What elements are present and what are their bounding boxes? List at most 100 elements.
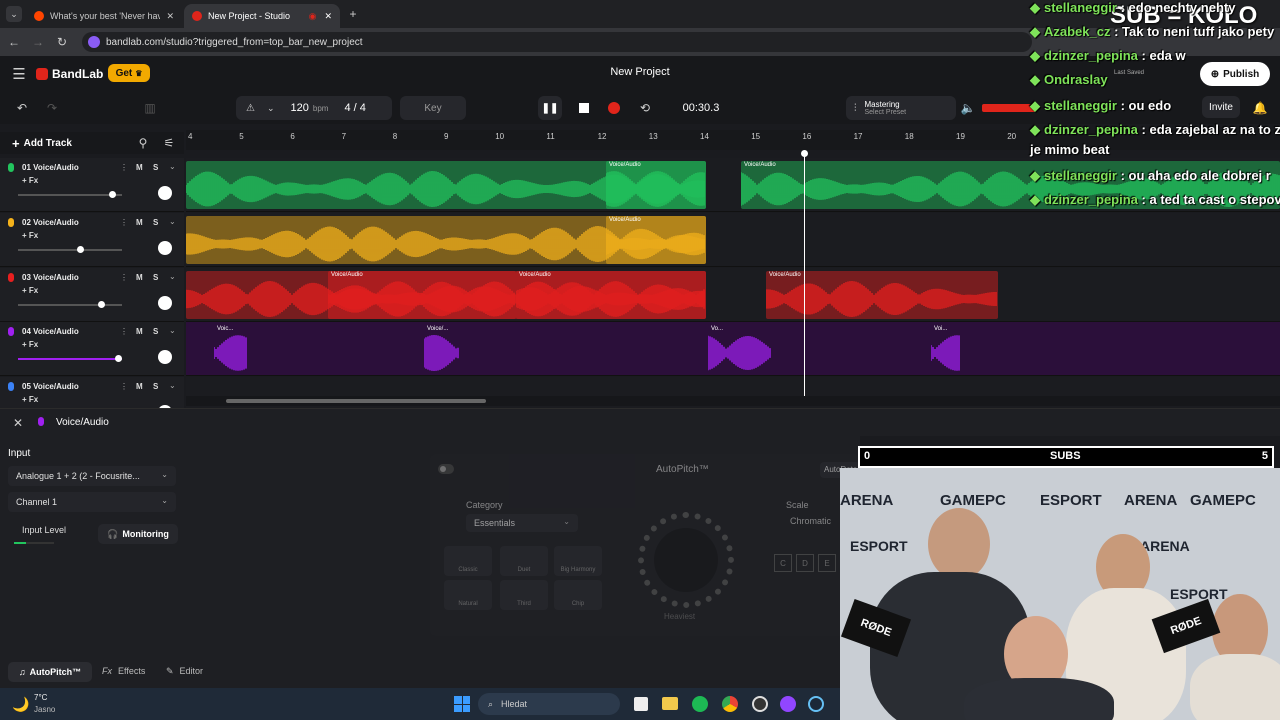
mode-duet[interactable]: Duet bbox=[500, 546, 548, 576]
timeline-scrollbar-thumb[interactable] bbox=[226, 399, 486, 403]
close-icon[interactable]: ✕ bbox=[166, 11, 174, 22]
publish-button[interactable]: ⊕ Publish bbox=[1200, 62, 1270, 86]
audio-clip[interactable]: Vo... bbox=[708, 325, 772, 373]
solo-button[interactable]: S bbox=[153, 327, 158, 336]
mute-button[interactable]: M bbox=[136, 382, 143, 391]
bell-icon[interactable]: 🔔 bbox=[1252, 100, 1268, 116]
track-lane[interactable]: Voice/Audio Voice/Audio Voice/Audio bbox=[186, 268, 1280, 322]
chrome-icon[interactable] bbox=[722, 696, 738, 712]
scale-value[interactable]: Chromatic bbox=[790, 516, 831, 526]
mode-chip[interactable]: Chip bbox=[554, 580, 602, 610]
key-button[interactable]: Key bbox=[400, 96, 466, 120]
category-select[interactable]: Essentials ⌄ bbox=[466, 514, 578, 532]
track-header[interactable]: 01 Voice/Audio + Fx ⋮ M S ⌄ bbox=[0, 158, 184, 212]
track-lane[interactable]: Voic... Voice/... Vo... Voi... bbox=[186, 322, 1280, 376]
forward-icon[interactable]: → bbox=[30, 34, 46, 50]
mode-classic[interactable]: Classic bbox=[444, 546, 492, 576]
get-button[interactable]: Get ♛ bbox=[108, 64, 150, 82]
mastering-button[interactable]: ⫶ Mastering Select Preset bbox=[846, 96, 956, 120]
menu-icon[interactable]: ☰ bbox=[10, 66, 28, 83]
tab-editor[interactable]: ✎ Editor bbox=[166, 666, 203, 677]
volume-knob[interactable] bbox=[98, 301, 106, 308]
start-icon[interactable] bbox=[454, 696, 470, 712]
volume-slider[interactable] bbox=[18, 191, 122, 198]
more-icon[interactable]: ⋮ bbox=[120, 218, 128, 227]
bandlab-logo[interactable]: BandLab bbox=[36, 67, 103, 81]
back-icon[interactable]: ← bbox=[6, 34, 22, 50]
mixer-icon[interactable]: ▥ bbox=[140, 100, 160, 116]
audio-clip[interactable]: Voice/Audio bbox=[606, 161, 706, 209]
twitch-icon[interactable] bbox=[780, 696, 796, 712]
chevron-down-icon[interactable]: ⌄ bbox=[169, 272, 176, 281]
autopitch-toggle[interactable] bbox=[438, 464, 454, 474]
track-name[interactable]: 05 Voice/Audio bbox=[22, 382, 79, 391]
add-track-button[interactable]: + Add Track bbox=[12, 136, 72, 151]
record-button[interactable] bbox=[606, 100, 622, 116]
pan-knob[interactable] bbox=[158, 186, 172, 200]
loop-icon[interactable]: ⟲ bbox=[636, 100, 654, 116]
tab-new-project[interactable]: New Project - Studio ◉ ✕ bbox=[184, 4, 340, 28]
audio-clip[interactable]: Voice/Audio bbox=[606, 216, 706, 264]
track-header[interactable]: 03 Voice/Audio + Fx ⋮ M S ⌄ bbox=[0, 268, 184, 322]
tab-autopitch[interactable]: ♫ AutoPitch™ bbox=[8, 662, 92, 682]
weather-icon[interactable]: 🌙 bbox=[12, 696, 29, 713]
solo-button[interactable]: S bbox=[153, 382, 158, 391]
solo-button[interactable]: S bbox=[153, 218, 158, 227]
close-icon[interactable]: ✕ bbox=[324, 11, 332, 22]
stop-button[interactable] bbox=[576, 100, 592, 116]
mute-button[interactable]: M bbox=[136, 273, 143, 282]
chevron-down-icon[interactable]: ⌄ bbox=[169, 381, 176, 390]
bpm-value[interactable]: 120 bbox=[291, 102, 309, 114]
url-field[interactable]: bandlab.com/studio?triggered_from=top_ba… bbox=[82, 32, 1032, 52]
strength-knob[interactable] bbox=[638, 512, 734, 608]
track-header[interactable]: 04 Voice/Audio + Fx ⋮ M S ⌄ bbox=[0, 322, 184, 376]
file-explorer-icon[interactable] bbox=[662, 697, 678, 710]
close-panel-icon[interactable]: ✕ bbox=[10, 415, 26, 431]
track-lane[interactable]: Voice/Audio bbox=[186, 213, 1280, 267]
undo-icon[interactable]: ↶ bbox=[12, 100, 32, 116]
chevron-down-icon[interactable]: ⌄ bbox=[169, 326, 176, 335]
speaker-icon[interactable]: 🔈 bbox=[960, 100, 976, 116]
input-device-select[interactable]: Analogue 1 + 2 (2 - Focusrite... ⌄ bbox=[8, 466, 176, 486]
metronome-icon[interactable]: ⚠ bbox=[246, 103, 255, 114]
settings-sliders-icon[interactable]: ⚟ bbox=[162, 136, 176, 150]
steam-icon[interactable] bbox=[808, 696, 824, 712]
reload-icon[interactable]: ↻ bbox=[54, 34, 70, 50]
more-icon[interactable]: ⋮ bbox=[120, 327, 128, 336]
volume-slider[interactable] bbox=[18, 355, 122, 362]
track-name[interactable]: 03 Voice/Audio bbox=[22, 273, 79, 282]
master-volume-meter[interactable] bbox=[982, 104, 1036, 112]
site-info-icon[interactable] bbox=[88, 36, 100, 48]
mode-big-harmony[interactable]: Big Harmony bbox=[554, 546, 602, 576]
track-name[interactable]: 04 Voice/Audio bbox=[22, 327, 79, 336]
solo-button[interactable]: S bbox=[153, 273, 158, 282]
note-c[interactable]: C bbox=[774, 554, 792, 572]
tab-list-icon[interactable]: ⌄ bbox=[6, 6, 22, 22]
mode-natural[interactable]: Natural bbox=[444, 580, 492, 610]
pan-knob[interactable] bbox=[158, 241, 172, 255]
add-fx-button[interactable]: + Fx bbox=[22, 395, 38, 404]
channel-select[interactable]: Channel 1 ⌄ bbox=[8, 492, 176, 512]
mute-button[interactable]: M bbox=[136, 327, 143, 336]
pause-button[interactable]: ❚❚ bbox=[538, 96, 562, 120]
spotify-icon[interactable] bbox=[692, 696, 708, 712]
more-icon[interactable]: ⋮ bbox=[120, 163, 128, 172]
tab-effects[interactable]: Fx Effects bbox=[102, 666, 145, 676]
note-e[interactable]: E bbox=[818, 554, 836, 572]
add-fx-button[interactable]: + Fx bbox=[22, 286, 38, 295]
chevron-down-icon[interactable]: ⌄ bbox=[169, 217, 176, 226]
add-fx-button[interactable]: + Fx bbox=[22, 340, 38, 349]
volume-knob[interactable] bbox=[108, 191, 116, 198]
monitoring-button[interactable]: 🎧 Monitoring bbox=[98, 524, 178, 544]
more-icon[interactable]: ⋮ bbox=[120, 382, 128, 391]
taskbar-search[interactable]: ⌕ Hledat bbox=[478, 693, 620, 715]
pan-knob[interactable] bbox=[158, 296, 172, 310]
chevron-down-icon[interactable]: ⌄ bbox=[169, 162, 176, 171]
track-header[interactable]: 02 Voice/Audio + Fx ⋮ M S ⌄ bbox=[0, 213, 184, 267]
chevron-down-icon[interactable]: ⌄ bbox=[267, 103, 275, 114]
note-d[interactable]: D bbox=[796, 554, 814, 572]
audio-clip[interactable]: Voice/Audio bbox=[328, 271, 516, 319]
playhead-handle[interactable] bbox=[801, 150, 808, 157]
redo-icon[interactable]: ↷ bbox=[42, 100, 62, 116]
audio-clip[interactable]: Voice/Audio bbox=[766, 271, 998, 319]
